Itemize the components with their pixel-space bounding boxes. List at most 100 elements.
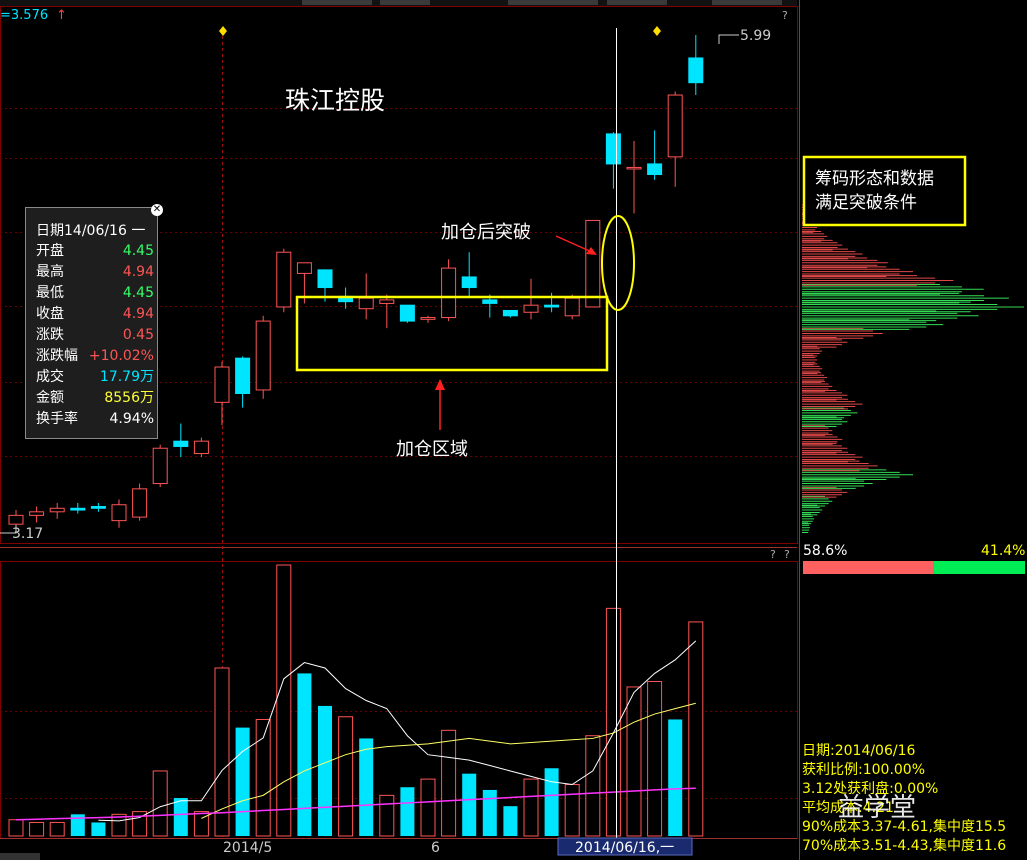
tooltip-row-value: 17.79万 [99,369,154,385]
profit-bar [803,561,934,574]
candle-body [667,94,683,158]
volume-bar [441,729,457,837]
zone-label: 加仓区域 [396,439,468,460]
volume-bar [668,719,683,836]
volume-bar [379,794,395,837]
candle-body [296,262,312,274]
loss-pct-label: 41.4% [981,543,1025,559]
volume-bar [462,773,477,836]
volume-bar [152,770,168,837]
tooltip-row-label: 金额 [36,390,64,406]
tooltip-row-label: 开盘 [36,243,64,259]
candle-body [461,276,477,289]
candle-body [523,304,539,313]
price-low-label: 3.17 [12,526,43,542]
volume-bar [173,798,188,836]
volume-bar [297,673,312,836]
tooltip-row-value: 8556万 [104,390,154,406]
volume-bar [523,778,539,837]
candle-body [29,511,45,516]
breakout-label: 加仓后突破 [441,222,531,243]
candle-body [49,507,65,513]
tooltip-row-label: 成交 [36,369,64,385]
stock-name: 珠江控股 [285,86,385,115]
top-tab-3[interactable] [508,0,598,5]
candle-body [544,304,560,308]
volume-bar [564,784,580,837]
candle-body [317,269,333,289]
tooltip-title: 日期14/06/16 一 [36,223,146,239]
volume-bar [626,686,642,837]
high-label-leader [718,34,739,44]
volume-help-icon-2[interactable]: ? [784,548,790,561]
chip-annotation-box [802,155,967,227]
volume-bar [482,789,497,836]
date-label-may: 2014/5 [223,840,272,856]
volume-help-icon-1[interactable]: ? [770,548,776,561]
tooltip-row-label: 涨跌 [36,327,64,343]
candle-body [214,366,230,403]
close-icon[interactable]: ✕ [151,204,163,216]
volume-bar [400,787,415,836]
candle-body [626,166,642,170]
candle-body [441,267,457,319]
ohlc-tooltip: ✕ 日期14/06/16 一 开盘 4.45 最高 4.94 最低 4.45 收盘 4.94 涨… [25,204,163,439]
tooltip-row: 金额 8556万 [36,388,154,408]
volume-bar [605,607,621,837]
date-label-jun: 6 [431,840,440,856]
chip-box-line-2: 满足突破条件 [815,193,917,213]
top-tab-5[interactable] [712,0,782,5]
candle-body [379,299,395,304]
top-tab-1[interactable] [302,0,372,5]
top-tab-4[interactable] [607,0,667,5]
chip-info-line: 日期:2014/06/16 [802,743,916,759]
volume-bar [420,778,436,837]
volume-bar [503,806,518,836]
tooltip-row-value: 4.94 [122,264,154,280]
tooltip-row-value: +10.02% [88,348,154,364]
date-cursor-label: 2014/06/16,一 [575,840,674,856]
chip-info-line: 70%成本3.51-4.43,集中度11.6 [802,838,1007,854]
tooltip-row-label: 最低 [36,285,64,301]
candle-body [502,309,518,317]
tooltip-row: 开盘 4.45 [36,241,154,261]
candle-body [193,440,209,455]
diamond-marker-icon [219,26,227,36]
tooltip-row: 涨跌 0.45 [36,325,154,345]
ma-arrow-icon: ↑ [56,8,67,23]
price-help-icon[interactable]: ? [782,9,788,22]
tooltip-row: 成交 17.79万 [36,367,154,387]
ma-value-label: =3.576 [0,8,48,23]
candle-body [255,320,271,391]
volume-bar [544,768,559,836]
tooltip-row-value: 4.94 [122,306,154,322]
volume-bar [91,822,106,836]
candle-body [111,504,127,522]
volume-bar [318,705,332,836]
tooltip-row: 最高 4.94 [36,262,154,282]
volume-bar [235,727,250,836]
candle-body [152,447,168,485]
candle-body [688,57,704,84]
tooltip-row: 涨跌幅 +10.02% [36,346,154,366]
scroll-left-handle[interactable] [0,853,40,860]
candle-body [276,251,292,308]
tooltip-row: 收盘 4.94 [36,304,154,324]
candle-body [132,488,148,518]
volume-bar [29,821,45,837]
volume-bar [49,821,65,837]
candle-body [90,506,106,509]
volume-bar [585,735,601,837]
candle-body [70,507,86,511]
price-high-label: 5.99 [740,28,771,44]
diamond-marker-icon [653,26,661,36]
candle-body [585,219,601,308]
zone-arrow-icon [435,379,445,390]
tooltip-row-value: 4.94% [109,411,154,427]
top-tab-2[interactable] [380,0,430,5]
volume-bar [193,811,209,837]
tooltip-row-label: 涨跌幅 [36,348,78,364]
loss-bar [933,561,1025,574]
tooltip-row: 换手率 4.94% [36,409,154,429]
profit-pct-label: 58.6% [803,543,847,559]
